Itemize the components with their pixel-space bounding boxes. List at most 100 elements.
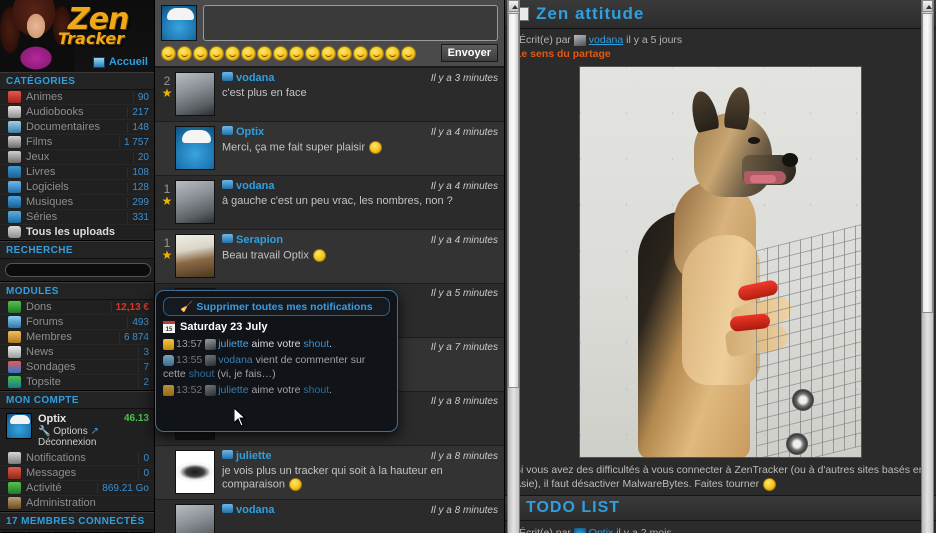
smiley-icon[interactable] [209,45,224,61]
shout-body: vodana Il y a 4 minutes à gauche c'est un … [222,180,498,225]
page-scrollbar[interactable] [921,0,934,533]
scrollbar-thumb[interactable] [922,13,933,313]
shout-username[interactable]: Serapion [236,234,283,246]
site-logo[interactable]: Zen Tracker Accueil [0,0,154,72]
sidebar-item-logiciels[interactable]: Logiciels 128 [0,180,154,195]
avatar[interactable] [175,180,215,224]
avatar[interactable] [175,504,215,533]
shout-username[interactable]: juliette [236,450,271,462]
shoutbox-scrollbar[interactable] [507,0,520,533]
avatar[interactable] [6,413,32,439]
smiley-icon[interactable] [273,45,288,61]
avatar [161,5,197,41]
anime-icon [8,91,21,103]
smiley-icon[interactable] [353,45,368,61]
sidebar-item-musiques[interactable]: Musiques 299 [0,195,154,210]
smiley-icon[interactable] [193,45,208,61]
notification-link[interactable]: shout [303,384,329,396]
shout-form: Envoyer [155,0,504,68]
star-icon[interactable]: ★ [159,249,175,261]
sidebar-item-all-uploads[interactable]: Tous les uploads [0,225,154,240]
options-link[interactable]: Options [53,426,87,437]
smiley-icon[interactable] [401,45,416,61]
donation-icon [8,301,21,313]
smiley-icon[interactable] [321,45,336,61]
avatar[interactable] [175,126,215,170]
sidebar-item-label: Topsite [26,376,61,388]
article-author[interactable]: vodana [589,34,623,46]
shout-username[interactable]: vodana [236,504,275,516]
star-icon[interactable]: ★ [159,87,175,99]
sidebar-item-news[interactable]: News 3 [0,345,154,360]
sidebar-item-activit-[interactable]: Activité 869.21 Go [0,481,154,496]
smiley-icon[interactable] [241,45,256,61]
sidebar-item-jeux[interactable]: Jeux 20 [0,150,154,165]
scroll-up-button[interactable] [508,0,519,12]
scroll-up-button[interactable] [922,0,933,12]
shout-input[interactable] [203,5,498,41]
avatar[interactable] [175,450,215,494]
article-footer-text: Si vous avez des difficultés à vous conn… [505,458,936,495]
sidebar-item-notifications[interactable]: Notifications 0 [0,451,154,466]
send-shout-button[interactable]: Envoyer [440,44,498,62]
sidebar-item-membres[interactable]: Membres 6 874 [0,330,154,345]
notification-link[interactable]: shout [189,368,215,380]
sidebar-item-label: Messages [26,467,77,479]
sidebar-item-forums[interactable]: Forums 493 [0,315,154,330]
sidebar-item-livres[interactable]: Livres 108 [0,165,154,180]
account-heading: MON COMPTE [0,392,154,409]
avatar[interactable] [175,72,215,116]
notification-item[interactable]: 13:55 vodana vient de commenter sur cett… [163,353,390,381]
sidebar-item-sondages[interactable]: Sondages 7 [0,360,154,375]
sidebar-item-animes[interactable]: Animes 90 [0,90,154,105]
sidebar-item-administration[interactable]: Administration [0,496,154,511]
sidebar-item-count: 331 [127,211,149,223]
notification-user[interactable]: juliette [218,338,248,350]
scrollbar-thumb[interactable] [508,13,519,388]
sidebar-item-audiobooks[interactable]: Audiobooks 217 [0,105,154,120]
avatar [205,338,217,350]
notification-link[interactable]: shout [303,338,329,350]
sidebar-item-count: 20 [132,151,149,163]
shout-timestamp: Il y a 4 minutes [430,235,498,246]
notification-item[interactable]: 13:52 juliette aime votre shout. [163,383,390,397]
sidebar-item-topsite[interactable]: Topsite 2 [0,375,154,390]
smiley-icon[interactable] [289,45,304,61]
shout-username[interactable]: vodana [236,180,275,192]
clear-all-notifications-button[interactable]: 🧹 Supprimer toutes mes notifications [163,297,390,316]
todo-title[interactable]: TODO LIST [526,499,620,517]
todo-author[interactable]: Optix [589,527,614,533]
avatar[interactable] [175,234,215,278]
sidebar-item-messages[interactable]: Messages 0 [0,466,154,481]
notification-item[interactable]: 13:57 juliette aime votre shout. [163,337,390,351]
smiley-icon[interactable] [225,45,240,61]
sidebar-item-s-ries[interactable]: Séries 331 [0,210,154,225]
sidebar-item-count: 90 [132,91,149,103]
smiley-icon[interactable] [369,45,384,61]
sidebar-item-films[interactable]: Films 1 757 [0,135,154,150]
sidebar-item-dons[interactable]: Dons 12,13 € [0,300,154,315]
shout-body: vodana Il y a 3 minutes c'est plus en face [222,72,498,117]
logout-link[interactable]: Déconnexion [38,437,96,448]
shout-username[interactable]: Optix [236,126,264,138]
notifications-popup[interactable]: 🧹 Supprimer toutes mes notifications 15 … [155,290,398,432]
sidebar-item-documentaires[interactable]: Documentaires 148 [0,120,154,135]
smiley-icon[interactable] [161,45,176,61]
book-icon [8,166,21,178]
shout-username[interactable]: vodana [236,72,275,84]
notification-user[interactable]: juliette [218,384,248,396]
star-icon[interactable]: ★ [159,195,175,207]
article-footer-label: Si vous avez des difficultés à vous conn… [514,464,925,490]
home-link[interactable]: Accueil [92,56,148,68]
smiley-icon [763,477,777,491]
shout-score [159,450,175,495]
smiley-icon[interactable] [177,45,192,61]
search-input[interactable] [5,263,151,277]
smiley-icon[interactable] [305,45,320,61]
notification-user[interactable]: vodana [218,354,252,366]
article-title[interactable]: Zen attitude [536,4,644,24]
smiley-icon[interactable] [337,45,352,61]
smiley-icon[interactable] [385,45,400,61]
smiley-icon[interactable] [257,45,272,61]
mailbox-icon [8,467,21,479]
